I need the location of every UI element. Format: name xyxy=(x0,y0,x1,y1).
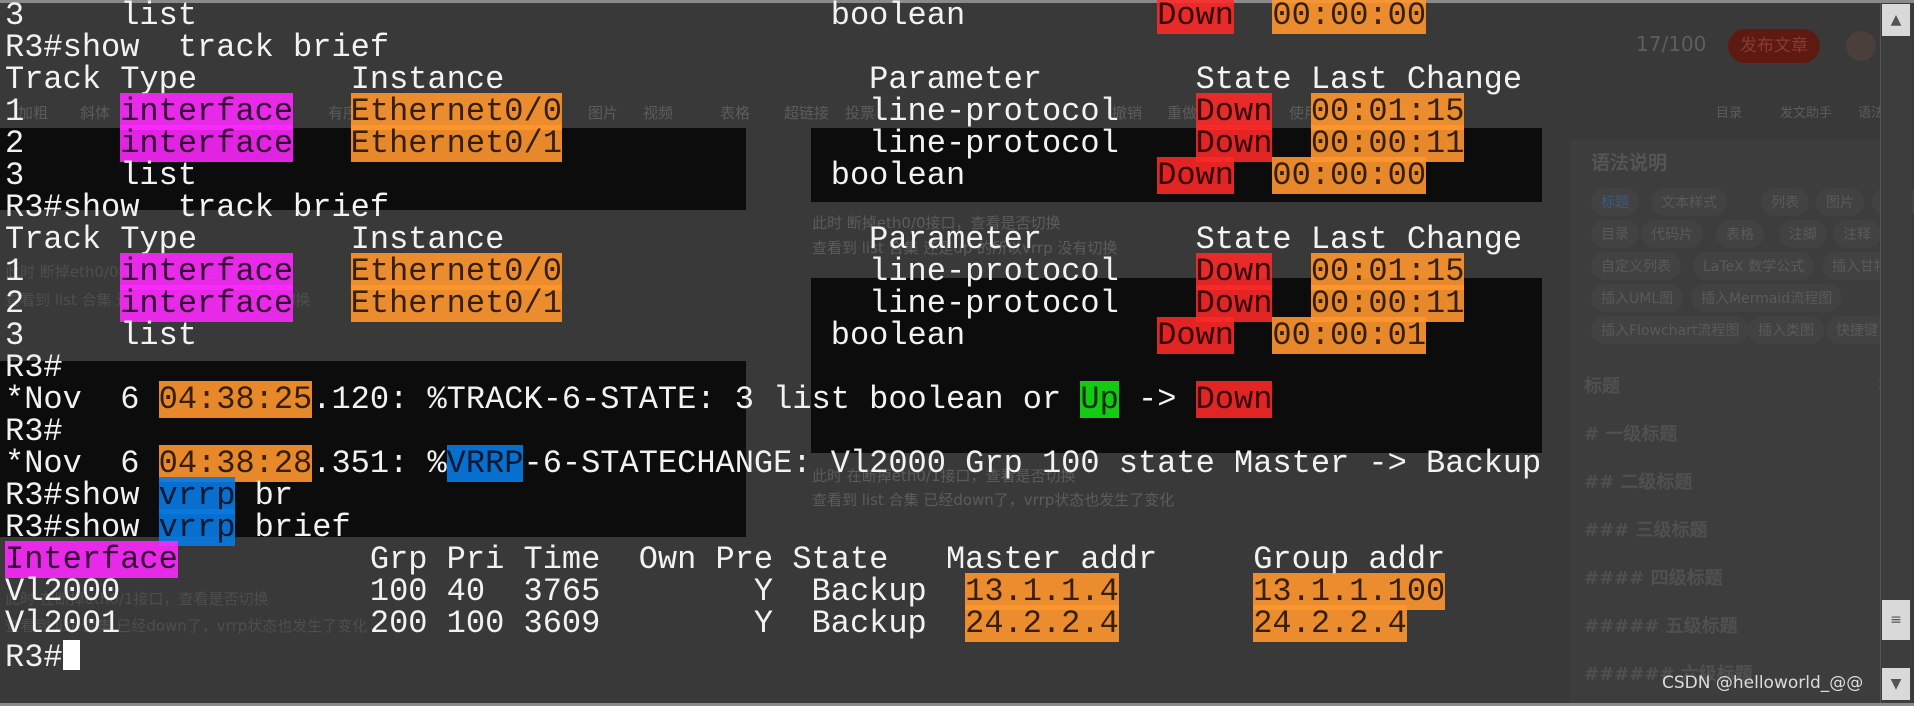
syntax-tag[interactable]: 插入类图 xyxy=(1748,316,1824,344)
highlighted-text: 00:00:00 xyxy=(1272,0,1427,34)
terminal-line: 3 list boolean Down 00:00:01 xyxy=(5,317,1541,354)
terminal-line: 2 interface Ethernet0/1 line-protocol Do… xyxy=(5,125,1541,162)
syntax-tag[interactable]: 文本样式 xyxy=(1651,188,1727,216)
terminal-line: R3#show track brief xyxy=(5,32,1541,64)
heading-example: ## 二级标题 xyxy=(1584,472,1693,493)
cursor-block xyxy=(62,640,80,670)
avatar[interactable] xyxy=(1846,31,1876,61)
highlighted-text: VRRP xyxy=(446,445,524,482)
terminal-text: .120: %TRACK-6-STATE: 3 list boolean or xyxy=(312,381,1081,418)
terminal-text: -> xyxy=(1118,381,1196,418)
section-title: 标题 xyxy=(1584,376,1620,397)
highlighted-text: 00:00:00 xyxy=(1272,157,1427,194)
terminal-line: 2 interface Ethernet0/1 line-protocol Do… xyxy=(5,285,1541,322)
terminal-text: 3 list boolean xyxy=(5,317,1158,354)
terminal-line: 3 list boolean Down 00:00:00 xyxy=(5,0,1541,34)
highlighted-text: 00:00:01 xyxy=(1272,317,1427,354)
heading-example: ### 三级标题 xyxy=(1584,520,1708,541)
terminal-line: Vl2000 100 40 3765 Y Backup 13.1.1.4 13.… xyxy=(5,573,1541,610)
terminal-line: R3# xyxy=(5,640,1541,674)
syntax-tag[interactable]: LaTeX 数学公式 xyxy=(1693,252,1815,280)
toolbar-right-0[interactable]: 目录 xyxy=(1716,102,1742,121)
scrollbar[interactable] xyxy=(1880,3,1912,703)
watermark: CSDN @helloworld_@@ xyxy=(1662,673,1864,693)
terminal-text: Vl2001 200 100 3609 Y Backup xyxy=(5,605,966,642)
highlighted-text: Down xyxy=(1195,381,1273,418)
scroll-up-button[interactable]: ▲ xyxy=(1882,4,1910,36)
terminal-line: 1 interface Ethernet0/0 line-protocol Do… xyxy=(5,253,1541,290)
highlighted-text: Up xyxy=(1080,381,1119,418)
syntax-tag[interactable]: 代码片 xyxy=(1641,220,1703,248)
publish-button[interactable]: 发布文章 xyxy=(1728,29,1820,63)
title-char-counter: 17/100 xyxy=(1636,32,1707,56)
syntax-tag[interactable]: 标题 xyxy=(1591,188,1639,216)
terminal-text: .351: % xyxy=(312,445,447,482)
scroll-down-button[interactable]: ▼ xyxy=(1882,668,1910,700)
highlighted-text: Down xyxy=(1157,317,1234,354)
toolbar-right-1[interactable]: 发文助手 xyxy=(1780,102,1832,121)
highlighted-text: Down xyxy=(1157,157,1234,194)
terminal-line: *Nov 6 04:38:28.351: %VRRP-6-STATECHANGE… xyxy=(5,445,1542,482)
terminal-line: *Nov 6 04:38:25.120: %TRACK-6-STATE: 3 l… xyxy=(5,381,1541,418)
scroll-thumb[interactable]: ≡ xyxy=(1882,600,1910,640)
syntax-tag[interactable]: 插入Flowchart流程图 xyxy=(1591,316,1750,344)
heading-example: # 一级标题 xyxy=(1584,424,1678,445)
terminal-line: Vl2001 200 100 3609 Y Backup 24.2.2.4 24… xyxy=(5,605,1541,642)
highlighted-text: 04:38:25 xyxy=(158,381,313,418)
syntax-tag[interactable]: 列表 xyxy=(1761,188,1809,216)
highlighted-text: 24.2.2.4 xyxy=(965,605,1119,642)
terminal-line: R3# xyxy=(5,416,1541,448)
syntax-tag[interactable]: 自定义列表 xyxy=(1591,252,1681,280)
terminal-output[interactable]: 3 list boolean Down 00:00:00 R3#show trac… xyxy=(5,0,1542,674)
terminal-line: R3# xyxy=(5,352,1541,384)
terminal-line: Track Type Instance Parameter State Last… xyxy=(5,224,1541,256)
syntax-tag[interactable]: 快捷键 xyxy=(1826,316,1888,344)
terminal-line: Track Type Instance Parameter State Last… xyxy=(5,64,1541,96)
highlighted-text: Down xyxy=(1157,0,1234,34)
terminal-text: -6-STATECHANGE: Vl2000 Grp 100 state Mas… xyxy=(523,445,1542,482)
terminal-line: R3#show track brief xyxy=(5,192,1541,224)
terminal-line: R3#show vrrp brief xyxy=(5,509,1541,546)
syntax-tag[interactable]: 图片 xyxy=(1816,188,1864,216)
terminal-line: Interface Grp Pri Time Own Pre State Mas… xyxy=(5,541,1541,578)
syntax-tag[interactable]: 注释 xyxy=(1833,220,1881,248)
heading-example: #### 四级标题 xyxy=(1584,568,1723,589)
syntax-tag[interactable]: 目录 xyxy=(1591,220,1639,248)
heading-example: ##### 五级标题 xyxy=(1584,616,1738,637)
terminal-line: 1 interface Ethernet0/0 line-protocol Do… xyxy=(5,93,1541,130)
terminal-line: 3 list boolean Down 00:00:00 xyxy=(5,157,1541,194)
syntax-tag[interactable]: 插入UML图 xyxy=(1591,284,1684,312)
syntax-tag[interactable]: 插入Mermaid流程图 xyxy=(1691,284,1843,312)
syntax-tag[interactable]: 表格 xyxy=(1716,220,1764,248)
terminal-text: R3# xyxy=(5,639,63,676)
syntax-tag[interactable]: 注脚 xyxy=(1779,220,1827,248)
syntax-panel-title: 语法说明 xyxy=(1591,152,1668,174)
terminal-line: R3#show vrrp br xyxy=(5,477,1541,514)
highlighted-text: 24.2.2.4 xyxy=(1253,605,1407,642)
